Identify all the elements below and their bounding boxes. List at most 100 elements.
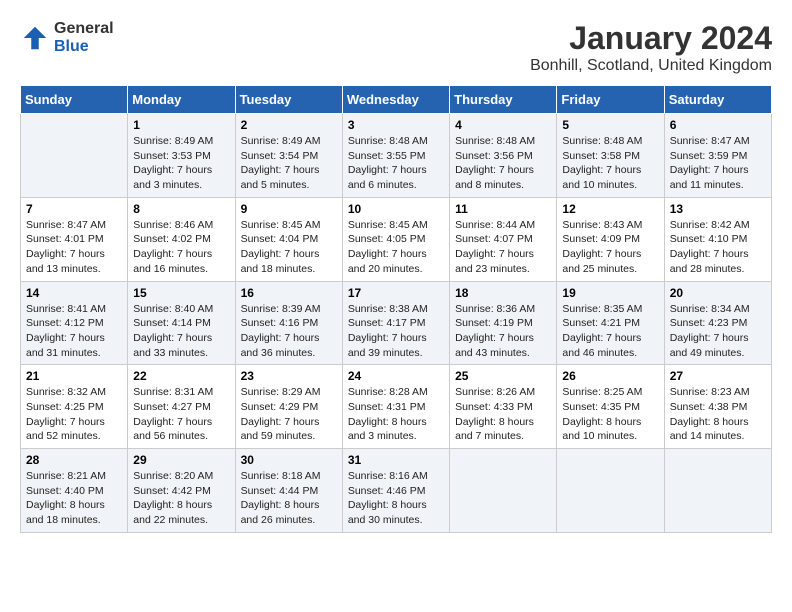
day-info: Sunrise: 8:48 AMSunset: 3:56 PMDaylight:… (455, 134, 551, 193)
day-number: 31 (348, 453, 444, 467)
calendar-cell (21, 114, 128, 198)
calendar-cell: 14 Sunrise: 8:41 AMSunset: 4:12 PMDayligh… (21, 281, 128, 365)
calendar-cell: 12 Sunrise: 8:43 AMSunset: 4:09 PMDayligh… (557, 197, 664, 281)
header-day-thursday: Thursday (450, 86, 557, 114)
day-number: 11 (455, 202, 551, 216)
page-title: January 2024 (530, 20, 772, 57)
day-info: Sunrise: 8:21 AMSunset: 4:40 PMDaylight:… (26, 469, 122, 528)
week-row-3: 14 Sunrise: 8:41 AMSunset: 4:12 PMDayligh… (21, 281, 772, 365)
logo-text: General Blue (54, 20, 114, 55)
day-number: 19 (562, 286, 658, 300)
day-info: Sunrise: 8:35 AMSunset: 4:21 PMDaylight:… (562, 302, 658, 361)
calendar-cell: 15 Sunrise: 8:40 AMSunset: 4:14 PMDayligh… (128, 281, 235, 365)
calendar-cell: 4 Sunrise: 8:48 AMSunset: 3:56 PMDaylight… (450, 114, 557, 198)
day-info: Sunrise: 8:46 AMSunset: 4:02 PMDaylight:… (133, 218, 229, 277)
calendar-cell (557, 449, 664, 533)
day-info: Sunrise: 8:48 AMSunset: 3:58 PMDaylight:… (562, 134, 658, 193)
header-day-wednesday: Wednesday (342, 86, 449, 114)
calendar-cell: 28 Sunrise: 8:21 AMSunset: 4:40 PMDayligh… (21, 449, 128, 533)
day-info: Sunrise: 8:49 AMSunset: 3:54 PMDaylight:… (241, 134, 337, 193)
week-row-1: 1Sunrise: 8:49 AMSunset: 3:53 PMDaylight… (21, 114, 772, 198)
day-info: Sunrise: 8:45 AMSunset: 4:05 PMDaylight:… (348, 218, 444, 277)
calendar-cell: 5 Sunrise: 8:48 AMSunset: 3:58 PMDaylight… (557, 114, 664, 198)
day-info: Sunrise: 8:20 AMSunset: 4:42 PMDaylight:… (133, 469, 229, 528)
day-info: Sunrise: 8:28 AMSunset: 4:31 PMDaylight:… (348, 385, 444, 444)
header-day-tuesday: Tuesday (235, 86, 342, 114)
day-number: 2 (241, 118, 337, 132)
calendar-table: SundayMondayTuesdayWednesdayThursdayFrid… (20, 85, 772, 533)
logo-general-text: General (54, 20, 114, 38)
calendar-header: SundayMondayTuesdayWednesdayThursdayFrid… (21, 86, 772, 114)
day-info: Sunrise: 8:23 AMSunset: 4:38 PMDaylight:… (670, 385, 766, 444)
logo: General Blue (20, 20, 114, 55)
calendar-cell (450, 449, 557, 533)
calendar-cell: 25Sunrise: 8:26 AMSunset: 4:33 PMDayligh… (450, 365, 557, 449)
calendar-cell: 16Sunrise: 8:39 AMSunset: 4:16 PMDayligh… (235, 281, 342, 365)
day-number: 4 (455, 118, 551, 132)
day-info: Sunrise: 8:25 AMSunset: 4:35 PMDaylight:… (562, 385, 658, 444)
day-number: 21 (26, 369, 122, 383)
day-info: Sunrise: 8:39 AMSunset: 4:16 PMDaylight:… (241, 302, 337, 361)
calendar-cell: 18Sunrise: 8:36 AMSunset: 4:19 PMDayligh… (450, 281, 557, 365)
day-number: 28 (26, 453, 122, 467)
day-number: 15 (133, 286, 229, 300)
day-number: 20 (670, 286, 766, 300)
calendar-cell: 21 Sunrise: 8:32 AMSunset: 4:25 PMDayligh… (21, 365, 128, 449)
calendar-cell: 27 Sunrise: 8:23 AMSunset: 4:38 PMDayligh… (664, 365, 771, 449)
day-number: 9 (241, 202, 337, 216)
day-info: Sunrise: 8:42 AMSunset: 4:10 PMDaylight:… (670, 218, 766, 277)
calendar-cell (664, 449, 771, 533)
day-number: 12 (562, 202, 658, 216)
calendar-cell: 31Sunrise: 8:16 AMSunset: 4:46 PMDayligh… (342, 449, 449, 533)
day-number: 8 (133, 202, 229, 216)
logo-icon (20, 23, 50, 53)
calendar-cell: 6Sunrise: 8:47 AMSunset: 3:59 PMDaylight… (664, 114, 771, 198)
calendar-cell: 17Sunrise: 8:38 AMSunset: 4:17 PMDayligh… (342, 281, 449, 365)
page-subtitle: Bonhill, Scotland, United Kingdom (530, 57, 772, 75)
header-day-sunday: Sunday (21, 86, 128, 114)
day-info: Sunrise: 8:40 AMSunset: 4:14 PMDaylight:… (133, 302, 229, 361)
logo-blue-text: Blue (54, 38, 114, 56)
day-number: 23 (241, 369, 337, 383)
calendar-cell: 11 Sunrise: 8:44 AMSunset: 4:07 PMDayligh… (450, 197, 557, 281)
day-info: Sunrise: 8:41 AMSunset: 4:12 PMDaylight:… (26, 302, 122, 361)
day-number: 14 (26, 286, 122, 300)
day-info: Sunrise: 8:29 AMSunset: 4:29 PMDaylight:… (241, 385, 337, 444)
day-info: Sunrise: 8:49 AMSunset: 3:53 PMDaylight:… (133, 134, 229, 193)
calendar-cell: 13 Sunrise: 8:42 AMSunset: 4:10 PMDayligh… (664, 197, 771, 281)
title-block: January 2024 Bonhill, Scotland, United K… (530, 20, 772, 75)
day-number: 25 (455, 369, 551, 383)
day-number: 10 (348, 202, 444, 216)
calendar-cell: 29 Sunrise: 8:20 AMSunset: 4:42 PMDayligh… (128, 449, 235, 533)
calendar-cell: 10 Sunrise: 8:45 AMSunset: 4:05 PMDayligh… (342, 197, 449, 281)
week-row-5: 28 Sunrise: 8:21 AMSunset: 4:40 PMDayligh… (21, 449, 772, 533)
day-info: Sunrise: 8:36 AMSunset: 4:19 PMDaylight:… (455, 302, 551, 361)
day-info: Sunrise: 8:18 AMSunset: 4:44 PMDaylight:… (241, 469, 337, 528)
page-header: General Blue January 2024 Bonhill, Scotl… (20, 20, 772, 75)
header-day-monday: Monday (128, 86, 235, 114)
header-day-friday: Friday (557, 86, 664, 114)
day-number: 6 (670, 118, 766, 132)
day-number: 13 (670, 202, 766, 216)
day-info: Sunrise: 8:45 AMSunset: 4:04 PMDaylight:… (241, 218, 337, 277)
day-info: Sunrise: 8:34 AMSunset: 4:23 PMDaylight:… (670, 302, 766, 361)
day-number: 3 (348, 118, 444, 132)
calendar-cell: 8 Sunrise: 8:46 AMSunset: 4:02 PMDaylight… (128, 197, 235, 281)
week-row-4: 21 Sunrise: 8:32 AMSunset: 4:25 PMDayligh… (21, 365, 772, 449)
day-info: Sunrise: 8:47 AMSunset: 4:01 PMDaylight:… (26, 218, 122, 277)
calendar-cell: 30Sunrise: 8:18 AMSunset: 4:44 PMDayligh… (235, 449, 342, 533)
day-info: Sunrise: 8:32 AMSunset: 4:25 PMDaylight:… (26, 385, 122, 444)
day-number: 29 (133, 453, 229, 467)
day-number: 22 (133, 369, 229, 383)
calendar-cell: 24Sunrise: 8:28 AMSunset: 4:31 PMDayligh… (342, 365, 449, 449)
day-info: Sunrise: 8:43 AMSunset: 4:09 PMDaylight:… (562, 218, 658, 277)
day-info: Sunrise: 8:48 AMSunset: 3:55 PMDaylight:… (348, 134, 444, 193)
day-info: Sunrise: 8:31 AMSunset: 4:27 PMDaylight:… (133, 385, 229, 444)
day-info: Sunrise: 8:44 AMSunset: 4:07 PMDaylight:… (455, 218, 551, 277)
calendar-cell: 2 Sunrise: 8:49 AMSunset: 3:54 PMDaylight… (235, 114, 342, 198)
day-number: 26 (562, 369, 658, 383)
day-number: 17 (348, 286, 444, 300)
calendar-body: 1Sunrise: 8:49 AMSunset: 3:53 PMDaylight… (21, 114, 772, 533)
day-number: 27 (670, 369, 766, 383)
day-number: 5 (562, 118, 658, 132)
